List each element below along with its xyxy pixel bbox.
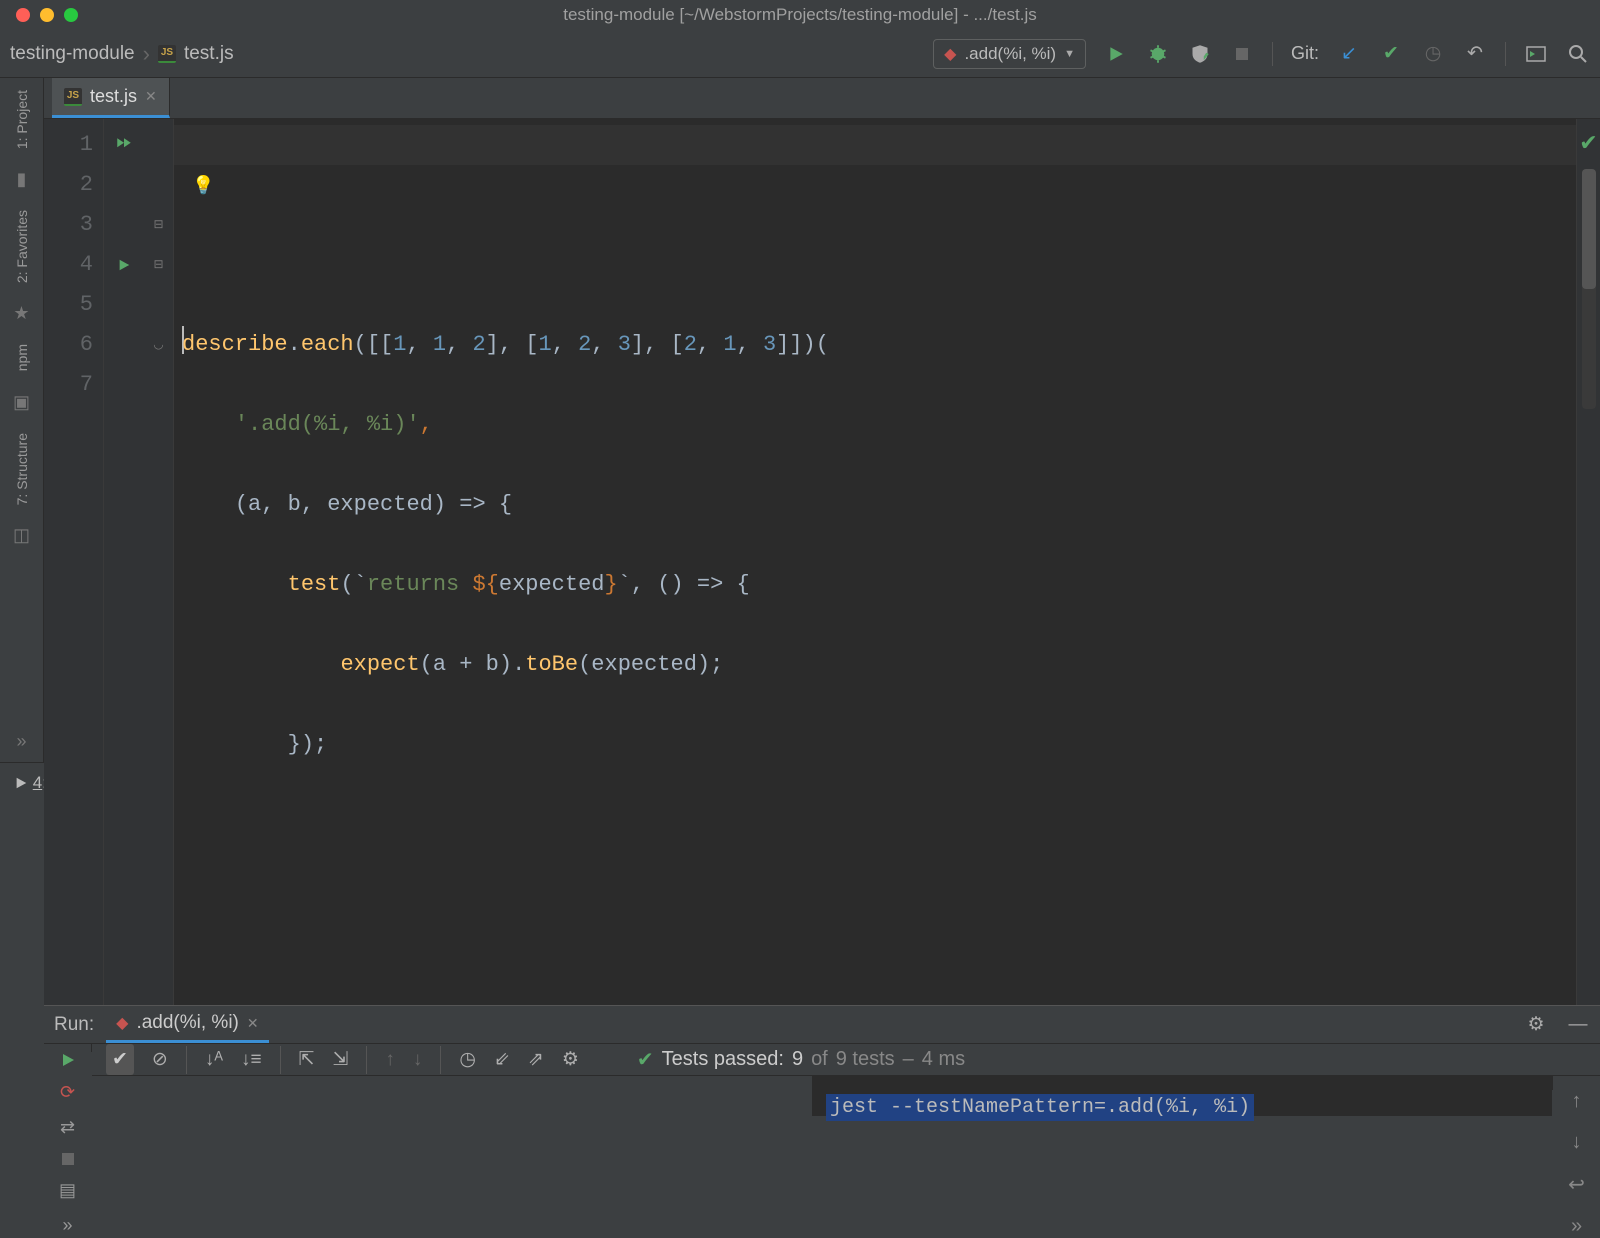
- navigation-bar: testing-module › JS test.js ◆ .add(%i, %…: [0, 30, 1600, 78]
- js-file-icon: JS: [64, 88, 82, 106]
- scroll-up-icon[interactable]: ↑: [1572, 1090, 1582, 1113]
- prev-failed-button: ↑: [385, 1049, 395, 1071]
- run-tab-label: .add(%i, %i): [136, 1012, 238, 1034]
- search-everywhere-button[interactable]: [1566, 42, 1590, 66]
- maximize-window-icon[interactable]: [64, 8, 78, 22]
- titlebar: testing-module [~/WebstormProjects/testi…: [0, 0, 1600, 30]
- run-header-label: Run:: [54, 1014, 94, 1036]
- git-update-button[interactable]: ↙: [1337, 42, 1361, 66]
- fold-end-icon[interactable]: ◡: [144, 325, 173, 365]
- console-line: jest --testNamePattern=.add(%i, %i): [826, 1094, 1254, 1121]
- jest-icon: ◆: [116, 1013, 128, 1033]
- separator: [1272, 42, 1273, 66]
- run-test-icon[interactable]: [104, 245, 144, 285]
- close-window-icon[interactable]: [16, 8, 30, 22]
- left-tool-stripe: 1: Project ▮ 2: Favorites ★ npm ▣ 7: Str…: [0, 78, 44, 762]
- fold-icon[interactable]: ⊟: [144, 205, 173, 245]
- pin-button[interactable]: »: [53, 1215, 83, 1236]
- structure-icon: ◫: [13, 525, 30, 546]
- inspection-ok-icon[interactable]: ✔: [1579, 125, 1597, 165]
- main-area: 1: Project ▮ 2: Favorites ★ npm ▣ 7: Str…: [0, 78, 1600, 762]
- chevron-down-icon: ▼: [1064, 48, 1075, 60]
- settings-icon[interactable]: ⚙: [1524, 1013, 1548, 1037]
- debug-button[interactable]: [1146, 42, 1170, 66]
- layout-button[interactable]: ▤: [53, 1180, 83, 1201]
- test-console[interactable]: jest --testNamePattern=.add(%i, %i): [812, 1076, 1552, 1116]
- jest-icon: ◆: [944, 44, 956, 64]
- close-tab-icon[interactable]: ✕: [145, 88, 157, 105]
- editor-scrollbar[interactable]: [1582, 169, 1596, 409]
- coverage-button[interactable]: [1188, 42, 1212, 66]
- run-toolbar: ✔ ⊘ ↓ᴬ ↓≡ ⇱ ⇲ ↑ ↓ ◷ ⇙ ⇗: [92, 1044, 1600, 1076]
- sort-duration-button[interactable]: ↓≡: [241, 1049, 262, 1071]
- fold-gutter: ⊟ ⊟ ◡: [144, 119, 174, 1005]
- toggle-auto-test-button[interactable]: ⇄: [53, 1117, 83, 1138]
- rerun-button[interactable]: [53, 1052, 83, 1068]
- folder-icon: ▮: [17, 169, 27, 190]
- chevron-right-icon: ›: [143, 41, 150, 67]
- current-line-highlight: [174, 125, 1576, 165]
- run-configuration-select[interactable]: ◆ .add(%i, %i) ▼: [933, 39, 1086, 69]
- sort-alpha-button[interactable]: ↓ᴬ: [205, 1049, 223, 1071]
- close-run-tab-icon[interactable]: ✕: [247, 1015, 259, 1032]
- git-revert-button[interactable]: ↶: [1463, 42, 1487, 66]
- collapse-all-button[interactable]: ⇲: [332, 1048, 348, 1071]
- sidebar-npm-tab[interactable]: npm: [14, 344, 30, 371]
- more-icon[interactable]: »: [1571, 1215, 1582, 1238]
- npm-icon: ▣: [13, 392, 30, 413]
- breadcrumb-file[interactable]: test.js: [184, 43, 234, 65]
- editor-right-gutter: ✔: [1576, 119, 1600, 1005]
- expand-all-button[interactable]: ⇱: [299, 1048, 315, 1071]
- run-gutter: [104, 119, 144, 1005]
- sidebar-project-tab[interactable]: 1: Project: [14, 90, 30, 149]
- test-status: ✔ Tests passed: 9 of 9 tests – 4 ms: [637, 1047, 965, 1072]
- window-title: testing-module [~/WebstormProjects/testi…: [0, 5, 1600, 25]
- run-header: Run: ◆ .add(%i, %i) ✕ ⚙ —: [44, 1006, 1600, 1044]
- line-number-gutter: 1234567: [44, 119, 104, 1005]
- intention-bulb-icon[interactable]: 💡: [192, 167, 214, 207]
- js-file-icon: JS: [158, 45, 176, 63]
- check-icon: ✔: [637, 1047, 654, 1072]
- rerun-failed-button[interactable]: ⟳: [53, 1082, 83, 1103]
- stop-button: [53, 1152, 83, 1166]
- import-results-button[interactable]: ⇙: [494, 1048, 510, 1071]
- next-failed-button: ↓: [413, 1049, 423, 1071]
- separator: [1505, 42, 1506, 66]
- sidebar-favorites-tab[interactable]: 2: Favorites: [14, 210, 30, 283]
- code-area[interactable]: 💡 describe.each([[1, 1, 2], [1, 2, 3], […: [174, 119, 1576, 1005]
- code-editor[interactable]: 1234567 ⊟ ⊟ ◡ 💡 describe.each([[1, 1, 2]…: [44, 119, 1600, 1005]
- test-history-button[interactable]: ◷: [459, 1048, 476, 1071]
- show-passed-button[interactable]: ✔: [106, 1044, 134, 1075]
- run-side-toolbar: ⟳ ⇄ ▤ »: [44, 1044, 92, 1052]
- window-controls: [16, 8, 78, 22]
- editor-tab-testjs[interactable]: JS test.js ✕: [52, 78, 170, 118]
- git-history-button[interactable]: ◷: [1421, 42, 1445, 66]
- run-all-icon[interactable]: [104, 125, 144, 165]
- run-tab[interactable]: ◆ .add(%i, %i) ✕: [106, 1006, 268, 1043]
- git-commit-button[interactable]: ✔: [1379, 42, 1403, 66]
- git-label: Git:: [1291, 43, 1319, 64]
- minimize-panel-icon[interactable]: —: [1566, 1013, 1590, 1037]
- breadcrumb[interactable]: testing-module › JS test.js: [10, 41, 234, 67]
- fold-icon[interactable]: ⊟: [144, 245, 173, 285]
- editor-tabs: JS test.js ✕: [44, 78, 1600, 119]
- more-icon[interactable]: »: [16, 731, 26, 752]
- console-side-toolbar: ↑ ↓ ↩ »: [1552, 1076, 1600, 1090]
- run-tool-window: Run: ◆ .add(%i, %i) ✕ ⚙ — ⟳ ⇄ ▤: [44, 1005, 1600, 1006]
- run-config-label: .add(%i, %i): [964, 44, 1056, 64]
- sidebar-structure-tab[interactable]: 7: Structure: [14, 433, 30, 505]
- test-settings-button[interactable]: ⚙: [562, 1048, 579, 1071]
- show-ignored-button[interactable]: ⊘: [152, 1048, 168, 1071]
- run-button[interactable]: [1104, 42, 1128, 66]
- scroll-down-icon[interactable]: ↓: [1572, 1131, 1582, 1154]
- stop-button: [1230, 42, 1254, 66]
- soft-wrap-icon[interactable]: ↩: [1568, 1172, 1585, 1197]
- ide-scripting-button[interactable]: [1524, 42, 1548, 66]
- star-icon: ★: [13, 303, 29, 324]
- export-results-button[interactable]: ⇗: [528, 1048, 544, 1071]
- breadcrumb-root[interactable]: testing-module: [10, 43, 135, 65]
- editor-tab-label: test.js: [90, 86, 137, 107]
- minimize-window-icon[interactable]: [40, 8, 54, 22]
